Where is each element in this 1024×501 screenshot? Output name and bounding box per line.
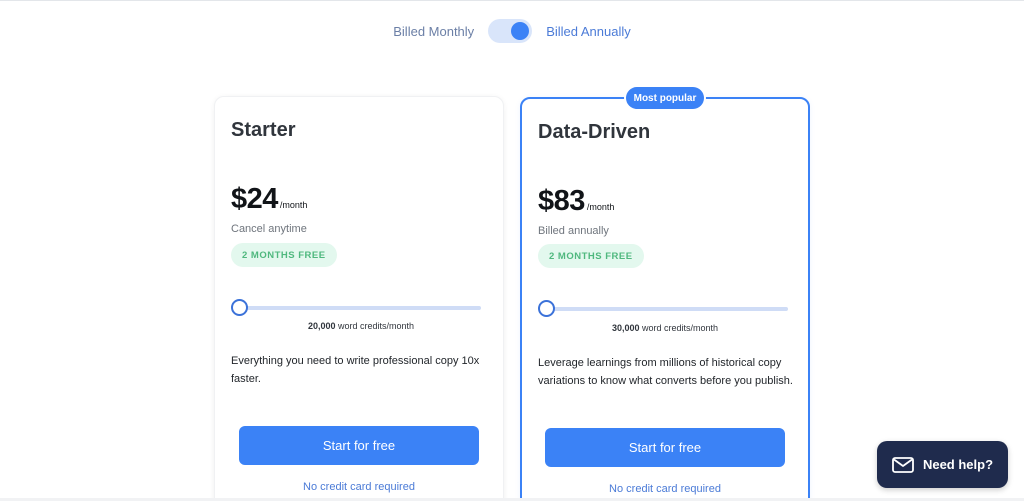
start-for-free-button[interactable]: Start for free (239, 426, 479, 465)
no-credit-card-link[interactable]: No credit card required (545, 483, 785, 495)
plan-description: Leverage learnings from millions of hist… (538, 357, 793, 387)
word-credits-label: 30,000 word credits/month (540, 323, 790, 333)
top-divider (0, 0, 1024, 1)
start-for-free-button[interactable]: Start for free (545, 428, 785, 467)
billed-annually-label[interactable]: Billed Annually (546, 24, 631, 39)
toggle-knob (511, 22, 530, 40)
slider-thumb[interactable] (538, 300, 555, 317)
billing-period-toggle[interactable] (488, 19, 533, 43)
plan-price: $83 /month (538, 185, 614, 218)
billed-monthly-label[interactable]: Billed Monthly (393, 24, 474, 39)
plan-description: Everything you need to write professiona… (231, 355, 480, 385)
months-free-badge: 2 MONTHS FREE (538, 244, 644, 268)
plan-title: Data-Driven (538, 121, 651, 143)
price-amount: $24 (231, 183, 278, 215)
plan-title: Starter (231, 119, 296, 141)
billing-toggle-group: Billed Monthly Billed Annually (0, 19, 1024, 43)
need-help-label: Need help? (922, 457, 994, 472)
no-credit-card-link[interactable]: No credit card required (239, 481, 479, 493)
word-credits-label: 20,000 word credits/month (236, 321, 486, 331)
credits-slider[interactable] (538, 299, 788, 319)
credits-value: 30,000 (611, 323, 640, 333)
plan-price: $24 /month (231, 183, 307, 216)
need-help-button[interactable]: Need help? (877, 441, 1008, 488)
credits-value: 20,000 (307, 321, 336, 331)
credits-unit: word credits/month (642, 323, 719, 333)
slider-thumb[interactable] (231, 299, 248, 316)
mail-icon (892, 456, 914, 473)
billing-note: Cancel anytime (231, 223, 307, 235)
price-period: /month (586, 202, 615, 212)
months-free-badge: 2 MONTHS FREE (231, 243, 337, 267)
billing-note: Billed annually (538, 225, 609, 237)
most-popular-badge: Most popular (626, 87, 704, 109)
slider-track[interactable] (239, 306, 481, 310)
price-amount: $83 (538, 185, 585, 217)
slider-track[interactable] (546, 307, 788, 311)
credits-unit: word credits/month (338, 321, 415, 331)
price-period: /month (279, 200, 308, 210)
credits-slider[interactable] (231, 298, 481, 318)
